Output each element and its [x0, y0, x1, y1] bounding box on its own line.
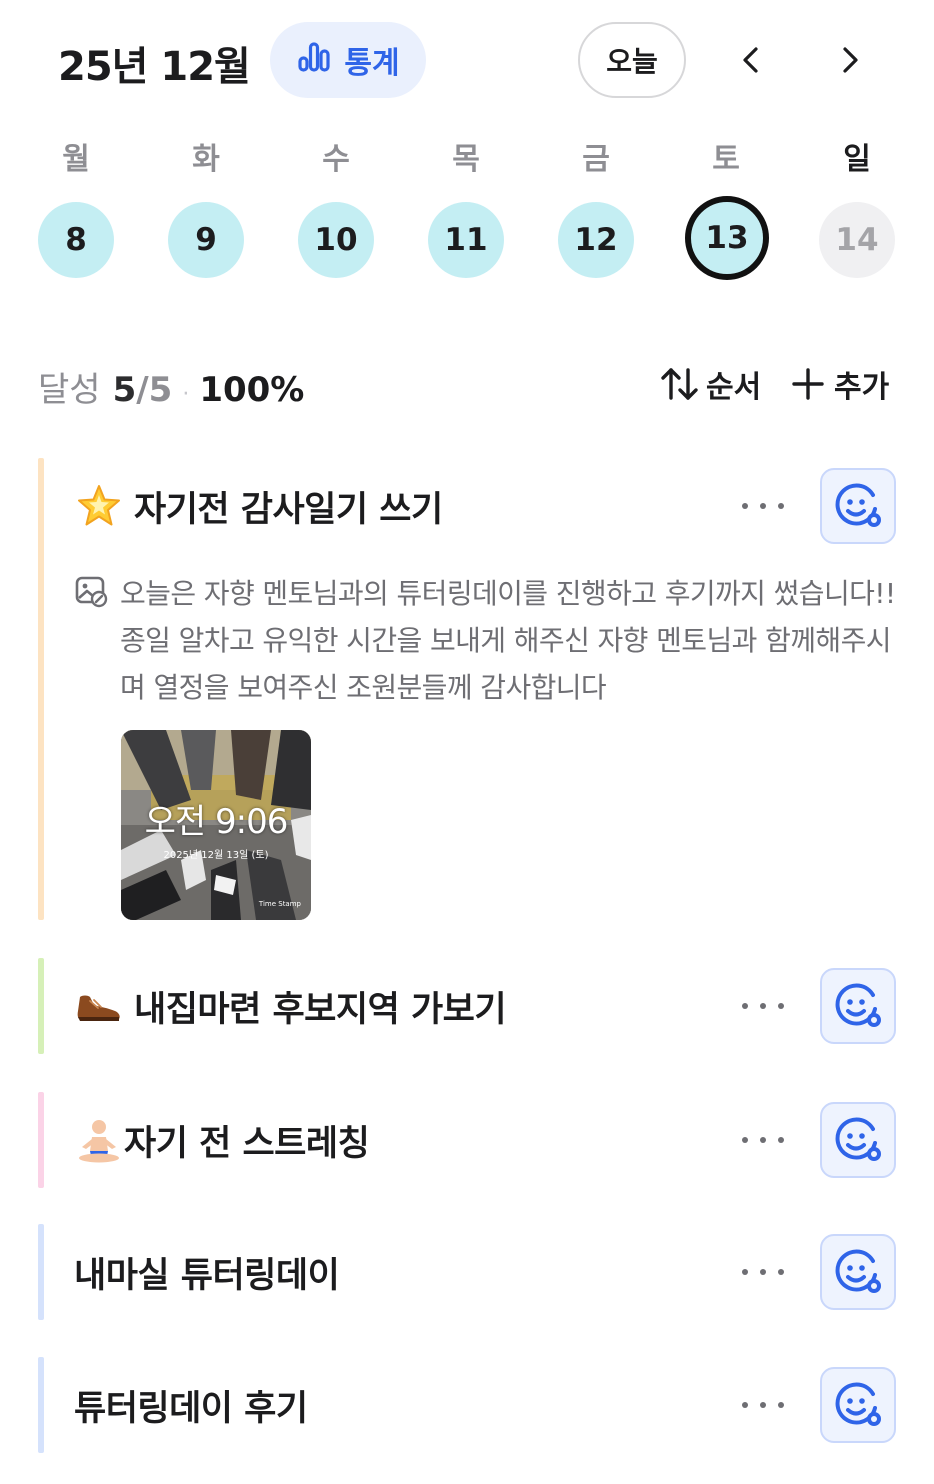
stats-label: 통계 — [344, 46, 400, 81]
task-color-bar — [38, 1357, 44, 1453]
task-title: 자기전 감사일기 쓰기 — [134, 489, 443, 530]
shoe-icon — [74, 981, 124, 1031]
day-8[interactable]: 8 — [38, 202, 114, 278]
task-color-bar — [38, 1092, 44, 1188]
achievement-total-count: /5 — [136, 370, 173, 410]
more-options-button[interactable] — [742, 1124, 784, 1156]
plus-icon — [792, 368, 824, 400]
task-item[interactable]: 튜터링데이 후기 — [38, 1357, 898, 1453]
day-13-selected[interactable]: 13 — [685, 196, 769, 280]
more-dot — [760, 1137, 766, 1143]
weekday-fri: 금 — [582, 142, 610, 177]
smiley-face-icon — [835, 983, 881, 1027]
task-title: 내마실 튜터링데이 — [74, 1255, 340, 1296]
next-week-button[interactable] — [826, 36, 874, 84]
achievement-done-count: 5 — [112, 370, 137, 410]
task-item[interactable]: 자기 전 스트레칭 — [38, 1092, 898, 1188]
more-options-button[interactable] — [742, 1256, 784, 1288]
stats-button[interactable]: 통계 — [270, 22, 426, 98]
task-color-bar — [38, 458, 44, 920]
more-options-button[interactable] — [742, 1389, 784, 1421]
photo-timestamp: 오전 9:06 — [144, 802, 289, 842]
mood-check-button[interactable] — [820, 1234, 896, 1310]
add-label: 추가 — [834, 370, 890, 405]
photo-date: 2025년 12월 13일 (토) — [163, 850, 269, 861]
more-dot — [760, 1402, 766, 1408]
achievement-label: 달성 — [38, 370, 101, 410]
more-dot — [742, 1003, 748, 1009]
task-item[interactable]: 자기전 감사일기 쓰기 오늘은 자향 멘토님과의 튜터링데이를 진행하고 후기까… — [38, 458, 898, 920]
memo-text: 오늘은 자향 멘토님과의 튜터링데이를 진행하고 후기까지 썼습니다!! 종일 … — [120, 577, 896, 704]
mood-check-button[interactable] — [820, 1367, 896, 1443]
task-title: 내집마련 후보지역 가보기 — [134, 989, 507, 1030]
task-color-bar — [38, 1224, 44, 1320]
weekday-row: 월 화 수 목 금 토 일 — [0, 134, 934, 177]
photo-watermark: Time Stamp — [258, 900, 301, 908]
memo-photo-icon — [74, 574, 108, 608]
achievement-percent: 100% — [199, 370, 305, 410]
more-dot — [778, 503, 784, 509]
sort-label: 순서 — [706, 370, 762, 405]
summary-separator: · — [182, 382, 190, 407]
smiley-face-icon — [835, 1382, 881, 1426]
more-dot — [742, 1402, 748, 1408]
more-dot — [778, 1402, 784, 1408]
more-dot — [760, 1003, 766, 1009]
more-dot — [760, 1269, 766, 1275]
task-title: 자기 전 스트레칭 — [124, 1123, 370, 1164]
more-dot — [742, 503, 748, 509]
more-dot — [742, 1269, 748, 1275]
more-dot — [778, 1269, 784, 1275]
task-item[interactable]: 내마실 튜터링데이 — [38, 1224, 898, 1320]
day-row: 8 9 10 11 12 13 14 — [0, 196, 934, 280]
smiley-face-icon — [835, 483, 881, 527]
weekday-sat: 토 — [712, 142, 740, 177]
mood-check-button[interactable] — [820, 1102, 896, 1178]
more-dot — [778, 1003, 784, 1009]
day-10[interactable]: 10 — [298, 202, 374, 278]
chevron-left-icon — [743, 47, 758, 73]
weekday-sun: 일 — [843, 142, 871, 177]
task-title: 튜터링데이 후기 — [74, 1388, 308, 1429]
more-options-button[interactable] — [742, 490, 784, 522]
day-14[interactable]: 14 — [819, 202, 895, 278]
weekday-tue: 화 — [192, 142, 220, 177]
weekday-thu: 목 — [452, 142, 480, 177]
smiley-face-icon — [835, 1117, 881, 1161]
achievement-summary: 달성 5 /5 · 100% — [38, 362, 304, 411]
task-color-bar — [38, 958, 44, 1054]
mood-check-button[interactable] — [820, 968, 896, 1044]
memo-photo[interactable]: 오전 9:06 2025년 12월 13일 (토) Time Stamp — [121, 730, 311, 920]
day-12[interactable]: 12 — [558, 202, 634, 278]
add-button[interactable]: 추가 — [792, 362, 889, 406]
meditation-icon — [74, 1115, 124, 1165]
previous-week-button[interactable] — [727, 36, 775, 84]
smiley-face-icon — [835, 1249, 881, 1293]
header: 25년 12월 통계 오늘 — [0, 0, 934, 120]
task-item[interactable]: 내집마련 후보지역 가보기 — [38, 958, 898, 1054]
memo-row[interactable]: 오늘은 자향 멘토님과의 튜터링데이를 진행하고 후기까지 썼습니다!! 종일 … — [74, 570, 904, 711]
day-9[interactable]: 9 — [168, 202, 244, 278]
today-button[interactable]: 오늘 — [578, 22, 686, 98]
more-dot — [760, 503, 766, 509]
day-11[interactable]: 11 — [428, 202, 504, 278]
more-dot — [778, 1137, 784, 1143]
sort-button[interactable]: 순서 — [660, 362, 761, 406]
weekday-mon: 월 — [62, 142, 90, 177]
chevron-right-icon — [843, 47, 858, 73]
sort-arrows-icon — [661, 368, 698, 400]
month-title[interactable]: 25년 12월 — [58, 34, 251, 92]
mood-check-button[interactable] — [820, 468, 896, 544]
more-dot — [742, 1137, 748, 1143]
bar-chart-icon — [296, 38, 332, 82]
weekday-wed: 수 — [322, 142, 350, 177]
glowing-star-icon — [74, 481, 124, 531]
more-options-button[interactable] — [742, 990, 784, 1022]
